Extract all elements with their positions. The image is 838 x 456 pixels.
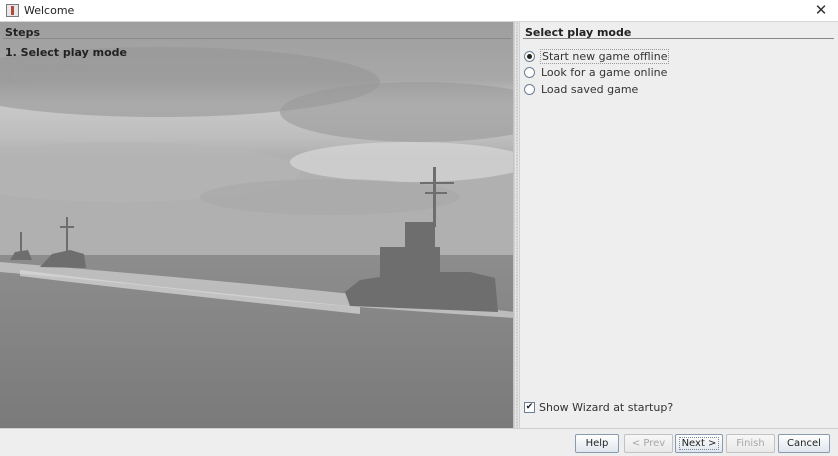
finish-button[interactable]: Finish — [726, 434, 775, 453]
prev-button-label: < Prev — [631, 438, 666, 449]
radio-label-online[interactable]: Look for a game online — [540, 66, 668, 79]
cancel-button[interactable]: Cancel — [778, 434, 830, 453]
radio-label-start-offline[interactable]: Start new game offline — [540, 49, 670, 64]
splitter-grip[interactable] — [516, 22, 518, 428]
show-wizard-checkbox[interactable]: ✔ — [524, 402, 535, 413]
show-wizard-label[interactable]: Show Wizard at startup? — [539, 401, 673, 414]
step-select-play-mode: 1. Select play mode — [5, 46, 127, 59]
finish-button-label: Finish — [736, 438, 765, 449]
radio-button[interactable] — [524, 67, 535, 78]
close-icon[interactable]: ✕ — [812, 1, 830, 19]
step-select-setup: 2. Select setup — [5, 60, 88, 73]
steps-panel: Steps 1. Select play mode 2. Select setu… — [0, 22, 514, 428]
next-button-label: Next > — [678, 437, 720, 450]
help-button[interactable]: Help — [575, 434, 619, 453]
help-button-label: Help — [585, 438, 609, 449]
radio-button[interactable] — [524, 84, 535, 95]
step-more: 3. ... — [5, 73, 30, 86]
show-wizard-checkbox-row[interactable]: ✔ Show Wizard at startup? — [524, 401, 673, 414]
play-mode-heading-divider — [523, 38, 834, 39]
prev-button[interactable]: < Prev — [624, 434, 673, 453]
next-button[interactable]: Next > — [675, 434, 723, 453]
radio-load-saved-game[interactable]: Load saved game — [524, 83, 639, 96]
steps-heading-divider — [3, 38, 511, 39]
window-title: Welcome — [24, 4, 75, 17]
radio-label-load-saved[interactable]: Load saved game — [540, 83, 639, 96]
warship-background-image — [0, 22, 513, 428]
java-app-icon — [6, 4, 19, 17]
radio-start-new-game-offline[interactable]: Start new game offline — [524, 49, 670, 64]
wizard-button-bar: Help < Prev Next > Finish Cancel — [0, 428, 838, 456]
radio-look-for-online-game[interactable]: Look for a game online — [524, 66, 668, 79]
cancel-button-label: Cancel — [787, 438, 821, 449]
title-bar: Welcome ✕ — [0, 0, 838, 22]
radio-button-selected[interactable] — [524, 51, 535, 62]
play-mode-panel: Select play mode Start new game offline … — [520, 22, 838, 428]
